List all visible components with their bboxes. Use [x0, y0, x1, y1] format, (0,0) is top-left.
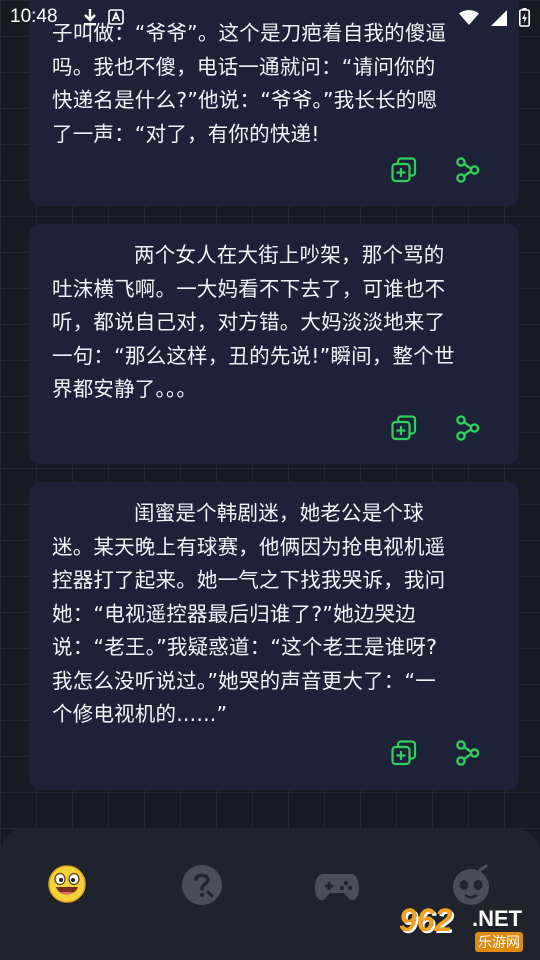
joke-line: 吐沫横飞啊。一大妈看不下去了，可谁也不 — [52, 276, 446, 301]
joke-line: 她：“电视遥控器最后归谁了?”她边哭边 — [52, 601, 416, 626]
joke-line: 了一声：“对了，有你的快递! — [52, 121, 320, 146]
joke-card: 两个女人在大街上吵架，那个骂的 吐沫横飞啊。一大妈看不下去了，可谁也不 听，都说… — [29, 224, 519, 464]
joke-line: 我怎么没听说过。”她哭的声音更大了：“一 — [52, 668, 436, 693]
wifi-icon — [459, 9, 479, 30]
font-a-icon — [108, 9, 124, 29]
joke-line: 吗。我也不傻，电话一通就问：“请问你的 — [52, 54, 436, 79]
status-time: 10:48 — [10, 6, 58, 27]
joke-line: 控器打了起来。她一气之下找我哭诉，我问 — [52, 568, 446, 592]
joke-line: 两个女人在大街上吵架，那个骂的 — [134, 243, 445, 267]
share-icon[interactable] — [455, 415, 481, 441]
signal-icon — [491, 9, 507, 30]
joke-line: 迷。某天晚上有球赛，他俩因为抢电视机遥 — [52, 534, 446, 559]
status-bar: 10:48 — [0, 0, 540, 36]
joke-line: 界都安静了。。。 — [52, 377, 198, 401]
copy-add-icon[interactable] — [391, 740, 417, 766]
battery-icon — [519, 8, 530, 31]
joke-text: 两个女人在大街上吵架，那个骂的 吐沫横飞啊。一大妈看不下去了，可谁也不 听，都说… — [52, 239, 493, 407]
tab-games[interactable] — [315, 864, 359, 904]
joke-line: 个修电视机的......” — [52, 702, 228, 726]
tab-riddles[interactable] — [181, 864, 222, 905]
site-watermark: 962 .NET 乐游网 — [399, 902, 534, 954]
watermark-number: 962 — [399, 902, 453, 938]
joke-text: 闺蜜是个韩剧迷，她老公是个球 迷。某天晚上有球赛，他俩因为抢电视机遥 控器打了起… — [52, 497, 493, 732]
tab-profile[interactable] — [450, 864, 490, 905]
copy-add-icon[interactable] — [391, 415, 417, 441]
gamepad-icon — [315, 874, 359, 908]
download-icon — [82, 8, 98, 30]
laughing-face-icon — [47, 865, 87, 908]
joke-line: 说：“老王。”我疑惑道：“这个老王是谁呀? — [52, 635, 438, 659]
watermark-subtitle: 乐游网 — [475, 932, 523, 952]
copy-add-icon[interactable] — [391, 157, 417, 183]
share-icon[interactable] — [455, 157, 481, 183]
watermark-domain: .NET — [472, 906, 523, 931]
joke-line: 一句：“那么这样，丑的先说!”瞬间，整个世 — [52, 343, 455, 368]
riddle-question-icon — [181, 865, 223, 910]
joke-line: 听，都说自己对，对方错。大妈淡淡地来了 — [52, 310, 446, 334]
joke-text: 子叫做：“爷爷”。这个是刀疤着自我的傻逼 吗。我也不傻，电话一通就问：“请问你的… — [52, 17, 493, 151]
joke-line: 快递名是什么?”他说：“爷爷。”我长长的嗯 — [52, 88, 438, 112]
joke-line: 闺蜜是个韩剧迷，她老公是个球 — [134, 501, 424, 525]
share-icon[interactable] — [455, 740, 481, 766]
tab-jokes[interactable] — [47, 864, 87, 904]
joke-card: 闺蜜是个韩剧迷，她老公是个球 迷。某天晚上有球赛，他俩因为抢电视机遥 控器打了起… — [29, 482, 519, 790]
